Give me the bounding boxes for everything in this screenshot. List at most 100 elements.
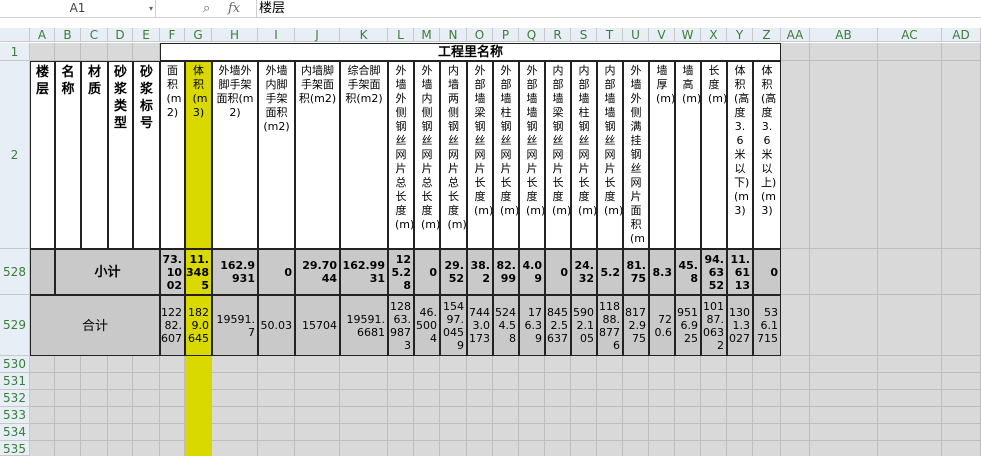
total-cell-Y[interactable]: 1301.3027: [727, 295, 753, 356]
column-header-B[interactable]: B: [55, 28, 81, 42]
formula-input[interactable]: 楼层: [256, 0, 981, 17]
row-header-534[interactable]: 534: [0, 424, 30, 441]
header-col-S[interactable]: 内部墙柱钢丝网片长度(m): [571, 61, 597, 249]
header-col-R[interactable]: 内部墙梁钢丝网片长度(m): [545, 61, 571, 249]
subtotal-cell-R[interactable]: 0: [545, 249, 571, 295]
total-cell-Q[interactable]: 176.39: [519, 295, 545, 356]
column-header-H[interactable]: H: [212, 28, 258, 42]
header-col-T[interactable]: 内部墙墙钢丝网片长度(m): [597, 61, 623, 249]
column-header-F[interactable]: F: [160, 28, 185, 42]
header-col-N[interactable]: 内墙两侧钢丝网片总长度(m): [440, 61, 467, 249]
column-header-J[interactable]: J: [295, 28, 340, 42]
column-header-V[interactable]: V: [649, 28, 675, 42]
zoom-icon[interactable]: ⌕: [203, 0, 219, 17]
row-header-529[interactable]: 529: [0, 295, 30, 356]
left-header-0[interactable]: 楼层: [30, 61, 55, 249]
subtotal-cell-M[interactable]: 0: [414, 249, 440, 295]
header-col-J[interactable]: 内墙脚手架面积(m2): [295, 61, 340, 249]
subtotal-cell-J[interactable]: 29.7044: [295, 249, 340, 295]
column-header-C[interactable]: C: [81, 28, 108, 42]
subtotal-cell-I[interactable]: 0: [258, 249, 295, 295]
select-all-corner[interactable]: [0, 28, 30, 42]
column-header-AB[interactable]: AB: [810, 28, 878, 42]
header-col-I[interactable]: 外墙内脚手架面积(m2): [258, 61, 295, 249]
column-header-U[interactable]: U: [623, 28, 649, 42]
header-col-Q[interactable]: 外部墙墙钢丝网片长度(m): [519, 61, 545, 249]
header-col-Z[interactable]: 体积(高度3.6米以上)(m3): [753, 61, 781, 249]
subtotal-cell-P[interactable]: 82.99: [493, 249, 519, 295]
row-header-535[interactable]: 535: [0, 441, 30, 456]
column-header-S[interactable]: S: [571, 28, 597, 42]
header-col-G[interactable]: 体积(m3): [185, 61, 212, 249]
subtotal-cell-W[interactable]: 45.8: [675, 249, 701, 295]
name-box[interactable]: A1: [0, 0, 156, 17]
column-header-AD[interactable]: AD: [942, 28, 981, 42]
column-header-X[interactable]: X: [701, 28, 727, 42]
total-cell-X[interactable]: 10187.0632: [701, 295, 727, 356]
column-header-Q[interactable]: Q: [519, 28, 545, 42]
row-header-531[interactable]: 531: [0, 373, 30, 390]
merged-title-cell[interactable]: 工程里名称: [160, 43, 781, 61]
subtotal-cell-V[interactable]: 8.3: [649, 249, 675, 295]
column-header-A[interactable]: A: [30, 28, 55, 42]
column-header-Z[interactable]: Z: [753, 28, 781, 42]
subtotal-cell-U[interactable]: 81.75: [623, 249, 649, 295]
subtotal-cell-H[interactable]: 162.9931: [212, 249, 258, 295]
total-cell-J[interactable]: 15704: [295, 295, 340, 356]
column-header-I[interactable]: I: [258, 28, 295, 42]
total-cell-S[interactable]: 5902.105: [571, 295, 597, 356]
column-header-T[interactable]: T: [597, 28, 623, 42]
total-cell-T[interactable]: 11888.8776: [597, 295, 623, 356]
header-col-F[interactable]: 面积(m2): [160, 61, 185, 249]
total-cell-H[interactable]: 19591.7: [212, 295, 258, 356]
total-cell-N[interactable]: 15497.0459: [440, 295, 467, 356]
total-cell-F[interactable]: 12282.607: [160, 295, 185, 356]
row-header-532[interactable]: 532: [0, 390, 30, 407]
chevron-down-icon[interactable]: ▾: [146, 0, 156, 17]
subtotal-cell-N[interactable]: 29.52: [440, 249, 467, 295]
total-label[interactable]: 合计: [30, 295, 160, 356]
total-cell-P[interactable]: 5244.58: [493, 295, 519, 356]
header-col-L[interactable]: 外墙外侧钢丝网片总长度(m): [388, 61, 414, 249]
column-header-AC[interactable]: AC: [878, 28, 942, 42]
subtotal-cell-Q[interactable]: 4.09: [519, 249, 545, 295]
row-header-1[interactable]: 1: [0, 43, 30, 61]
row-header-530[interactable]: 530: [0, 356, 30, 373]
column-header-W[interactable]: W: [675, 28, 701, 42]
column-header-P[interactable]: P: [493, 28, 519, 42]
total-cell-K[interactable]: 19591.6681: [340, 295, 388, 356]
column-header-AA[interactable]: AA: [781, 28, 810, 42]
header-col-P[interactable]: 外部墙柱钢丝网片长度(m): [493, 61, 519, 249]
subtotal-cell-K[interactable]: 162.9931: [340, 249, 388, 295]
left-header-3[interactable]: 砂浆类型: [108, 61, 133, 249]
subtotal-cell-G[interactable]: 11.3485: [185, 249, 212, 295]
subtotal-cell-F[interactable]: 73.1002: [160, 249, 185, 295]
total-cell-G[interactable]: 1829.0645: [185, 295, 212, 356]
subtotal-blank-cell[interactable]: [30, 249, 55, 295]
header-col-V[interactable]: 墙厚(m): [649, 61, 675, 249]
left-header-4[interactable]: 砂浆标号: [133, 61, 160, 249]
row-header-2[interactable]: 2: [0, 61, 30, 249]
total-cell-U[interactable]: 8172.975: [623, 295, 649, 356]
header-col-H[interactable]: 外墙外脚手架面积(m2): [212, 61, 258, 249]
column-header-K[interactable]: K: [340, 28, 388, 42]
total-cell-O[interactable]: 7443.0173: [467, 295, 493, 356]
column-header-Y[interactable]: Y: [727, 28, 753, 42]
subtotal-cell-O[interactable]: 38.2: [467, 249, 493, 295]
column-header-N[interactable]: N: [440, 28, 467, 42]
column-header-M[interactable]: M: [414, 28, 440, 42]
header-col-K[interactable]: 综合脚手架面积(m2): [340, 61, 388, 249]
column-header-R[interactable]: R: [545, 28, 571, 42]
header-col-M[interactable]: 外墙内侧钢丝网片总长度(m): [414, 61, 440, 249]
column-header-D[interactable]: D: [108, 28, 133, 42]
row-header-528[interactable]: 528: [0, 249, 30, 295]
subtotal-cell-T[interactable]: 5.2: [597, 249, 623, 295]
header-col-Y[interactable]: 体积(高度3.6米以下)(m3): [727, 61, 753, 249]
subtotal-cell-Z[interactable]: 0: [753, 249, 781, 295]
total-cell-L[interactable]: 12863.9873: [388, 295, 414, 356]
subtotal-cell-L[interactable]: 125.28: [388, 249, 414, 295]
column-header-G[interactable]: G: [185, 28, 212, 42]
total-cell-Z[interactable]: 536.1715: [753, 295, 781, 356]
row-header-533[interactable]: 533: [0, 407, 30, 424]
total-cell-R[interactable]: 8452.5637: [545, 295, 571, 356]
